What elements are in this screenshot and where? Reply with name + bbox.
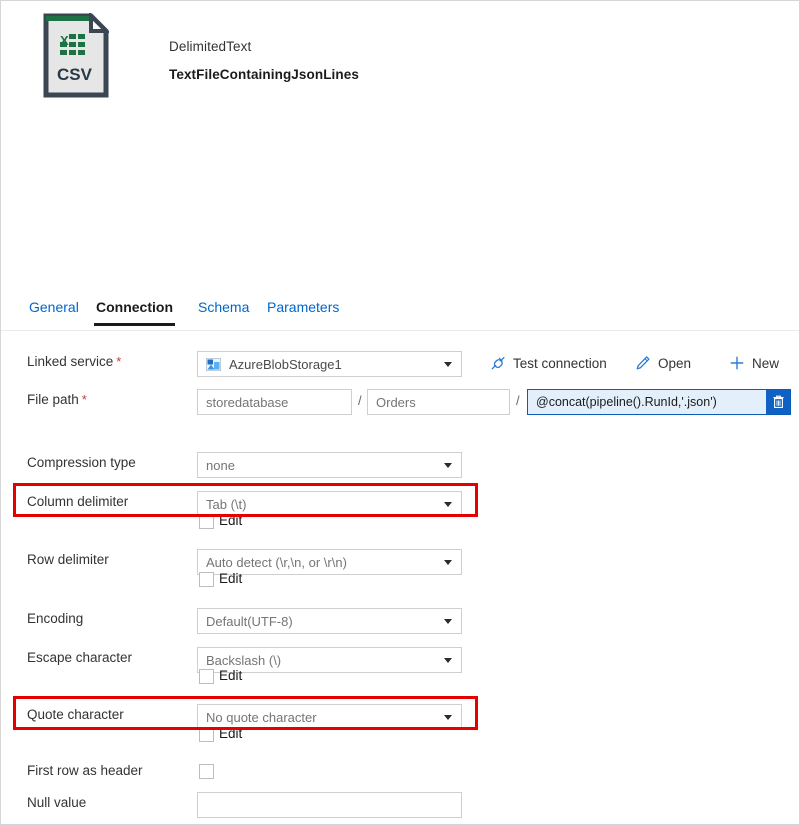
escape-character-label: Escape character (27, 650, 133, 665)
file-path-label: File path * (27, 392, 87, 407)
column-delimiter-edit-label: Edit (219, 513, 243, 528)
first-row-as-header-checkbox[interactable] (199, 764, 214, 779)
linked-service-select[interactable]: AzureBlobStorage1 (197, 351, 462, 377)
encoding-row: Encoding Default(UTF-8) (1, 608, 799, 634)
file-path-expression-value: @concat(pipeline().RunId,'.json') (536, 395, 717, 409)
path-separator-2: / (516, 393, 520, 408)
quote-character-value: No quote character (206, 709, 317, 725)
chevron-down-icon (444, 619, 452, 624)
compression-type-label: Compression type (27, 455, 136, 470)
row-delimiter-label: Row delimiter (27, 552, 109, 567)
file-path-directory-input[interactable]: Orders (367, 389, 510, 415)
chevron-down-icon (444, 560, 452, 565)
null-value-label: Null value (27, 795, 87, 810)
plug-icon (490, 355, 506, 371)
new-button[interactable]: New (729, 355, 779, 371)
dataset-connection-panel: X CSV DelimitedText TextFileContainingJs… (0, 0, 800, 825)
quote-character-label: Quote character (27, 707, 124, 722)
path-separator-1: / (358, 393, 362, 408)
chevron-down-icon (444, 502, 452, 507)
delete-expression-button[interactable] (766, 390, 790, 414)
dataset-name: TextFileContainingJsonLines (169, 67, 359, 82)
escape-character-row: Escape character Backslash (\) (1, 647, 799, 673)
file-path-container-input[interactable]: storedatabase (197, 389, 352, 415)
svg-text:CSV: CSV (57, 65, 93, 84)
dataset-type: DelimitedText (169, 39, 252, 54)
compression-type-select[interactable]: none (197, 452, 462, 478)
file-path-row: File path * storedatabase / Orders / @con… (1, 389, 799, 415)
chevron-down-icon (444, 658, 452, 663)
row-delimiter-value: Auto detect (\r,\n, or \r\n) (206, 554, 347, 570)
plus-icon (729, 355, 745, 371)
row-delimiter-edit-checkbox[interactable] (199, 572, 214, 587)
tab-connection[interactable]: Connection (94, 297, 175, 326)
encoding-value: Default(UTF-8) (206, 613, 293, 629)
file-path-expression-input[interactable]: @concat(pipeline().RunId,'.json') (527, 389, 791, 415)
first-row-as-header-label: First row as header (27, 763, 143, 778)
chevron-down-icon (444, 715, 452, 720)
column-delimiter-row: Column delimiter Tab (\t) (1, 491, 799, 517)
open-label: Open (658, 355, 692, 371)
null-value-input[interactable] (197, 792, 462, 818)
column-delimiter-edit-checkbox[interactable] (199, 514, 214, 529)
open-button[interactable]: Open (635, 355, 691, 371)
new-label: New (752, 355, 780, 371)
chevron-down-icon (444, 463, 452, 468)
tab-general[interactable]: General (27, 297, 81, 323)
null-value-row: Null value (1, 792, 799, 818)
test-connection-label: Test connection (513, 355, 607, 371)
file-path-directory-value: Orders (376, 394, 416, 410)
tab-bar: General Connection Schema Parameters (1, 297, 799, 331)
escape-character-edit-label: Edit (219, 668, 243, 683)
quote-character-edit-checkbox[interactable] (199, 727, 214, 742)
linked-service-label: Linked service * (27, 354, 122, 369)
azure-blob-storage-icon (206, 357, 221, 371)
tab-parameters[interactable]: Parameters (265, 297, 341, 323)
required-asterisk: * (81, 392, 87, 407)
escape-character-edit-checkbox[interactable] (199, 669, 214, 684)
linked-service-row: Linked service * AzureBlobStorage1 Test … (1, 351, 799, 377)
encoding-label: Encoding (27, 611, 84, 626)
linked-service-value: AzureBlobStorage1 (229, 356, 342, 372)
csv-file-icon: X CSV (43, 13, 109, 98)
compression-type-value: none (206, 457, 235, 473)
quote-character-row: Quote character No quote character (1, 704, 799, 730)
first-row-as-header-row: First row as header (1, 760, 799, 786)
column-delimiter-value: Tab (\t) (206, 496, 247, 512)
quote-character-edit-label: Edit (219, 726, 243, 741)
row-delimiter-edit-label: Edit (219, 571, 243, 586)
test-connection-button[interactable]: Test connection (490, 355, 607, 371)
column-delimiter-label: Column delimiter (27, 494, 129, 509)
row-delimiter-row: Row delimiter Auto detect (\r,\n, or \r\… (1, 549, 799, 575)
compression-type-row: Compression type none (1, 452, 799, 478)
file-path-container-value: storedatabase (206, 394, 289, 410)
encoding-select[interactable]: Default(UTF-8) (197, 608, 462, 634)
required-asterisk: * (116, 354, 122, 369)
pencil-icon (635, 355, 651, 371)
escape-character-value: Backslash (\) (206, 652, 282, 668)
dataset-header: X CSV DelimitedText TextFileContainingJs… (43, 13, 359, 98)
chevron-down-icon (444, 362, 452, 367)
tab-schema[interactable]: Schema (196, 297, 251, 323)
trash-icon (772, 395, 784, 408)
